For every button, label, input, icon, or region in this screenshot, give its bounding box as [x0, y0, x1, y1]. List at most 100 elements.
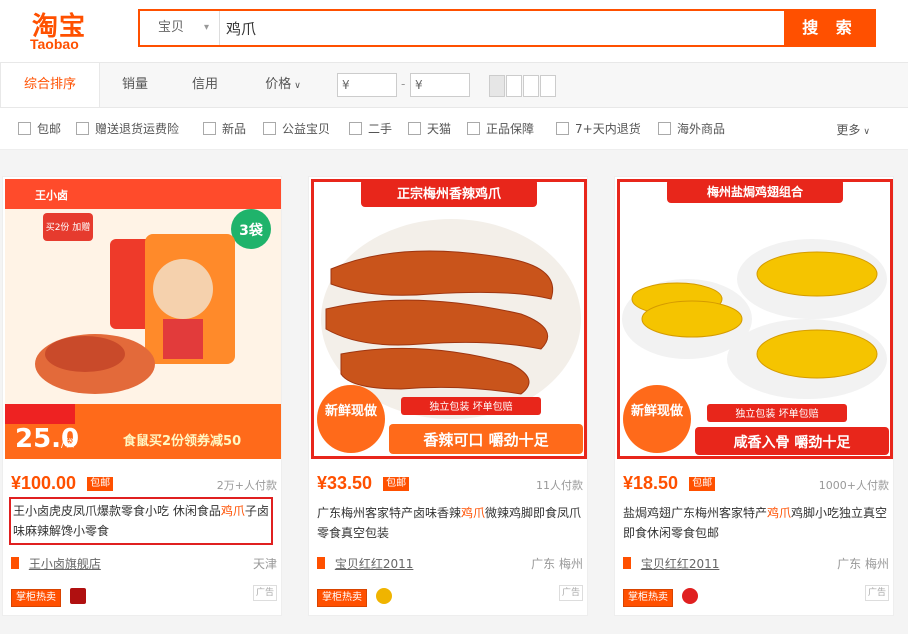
filter-return-insurance[interactable]: 赠送退货运费险	[76, 121, 179, 137]
img-price-unit: /袋	[61, 437, 74, 450]
view-option-icon[interactable]	[540, 75, 556, 97]
ad-label: 广告	[559, 585, 583, 601]
shop-icon	[623, 557, 631, 569]
filter-tmall[interactable]: 天猫	[408, 121, 451, 137]
checkbox[interactable]	[658, 122, 671, 135]
img-promo: 买2份 加赠	[46, 221, 91, 233]
filter-label: 新品	[222, 122, 247, 136]
grid-view-icon[interactable]	[489, 75, 505, 97]
logo-en: Taobao	[30, 36, 79, 52]
product-title[interactable]: 广东梅州客家特产卤味香辣鸡爪微辣鸡脚即食凤爪零食真空包装	[317, 503, 583, 543]
shop-icon	[11, 557, 19, 569]
filter-label: 二手	[368, 122, 393, 136]
checkbox[interactable]	[203, 122, 216, 135]
checkbox[interactable]	[349, 122, 362, 135]
checkbox[interactable]	[18, 122, 31, 135]
checkbox[interactable]	[556, 122, 569, 135]
filter-charity[interactable]: 公益宝贝	[263, 121, 330, 137]
shop-icon	[317, 557, 325, 569]
product-image[interactable]: 正宗梅州香辣鸡爪 新鲜现做 独立包装 坏单包赔 香辣可口 嚼劲十足	[311, 179, 587, 459]
filter-overseas[interactable]: 海外商品	[658, 121, 725, 137]
search-category-select[interactable]: 宝贝 ▾	[140, 11, 220, 45]
filter-free-shipping[interactable]: 包邮	[18, 121, 61, 137]
img-pack: 独立包装 坏单包赔	[429, 400, 512, 413]
tab-credit[interactable]: 信用	[180, 63, 230, 107]
product-price: ¥18.50	[623, 473, 679, 493]
img-pack: 独立包装 坏单包赔	[735, 407, 818, 420]
search-input[interactable]	[226, 11, 786, 45]
title-text: 盐焗鸡翅广东梅州客家特产	[623, 506, 768, 520]
chevron-down-icon: ∨	[863, 127, 870, 137]
price-min-input[interactable]: ¥	[337, 73, 397, 97]
product-price: ¥33.50	[317, 473, 373, 493]
checkbox[interactable]	[263, 122, 276, 135]
title-keyword: 鸡爪	[220, 504, 245, 518]
title-text: 广东梅州客家特产卤味香辣	[317, 506, 462, 520]
tab-comprehensive[interactable]: 综合排序	[0, 63, 100, 107]
shop-name-link[interactable]: 宝贝红红2011	[641, 557, 720, 571]
product-card[interactable]: 王小卤 买2份 加赠 3袋 25.0 /袋 食鼠买2份领券减50 ¥100.00…	[2, 176, 282, 616]
shop-name-link[interactable]: 宝贝红红2011	[335, 557, 414, 571]
free-shipping-tag: 包邮	[87, 477, 114, 491]
tab-price[interactable]: 价格 ∨	[258, 63, 308, 107]
chevron-down-icon: ▾	[203, 22, 209, 33]
paid-count: 1000+人付款	[818, 479, 889, 492]
img-banner: 梅州盐焗鸡翅组合	[707, 184, 804, 199]
filter-secondhand[interactable]: 二手	[349, 121, 392, 137]
checkbox[interactable]	[408, 122, 421, 135]
price-row: ¥33.50 包邮 11人付款	[317, 473, 583, 495]
price-range-separator: -	[401, 77, 406, 91]
free-shipping-tag: 包邮	[689, 477, 716, 491]
ad-label: 广告	[865, 585, 889, 601]
seller-hot-tag: 掌柜热卖	[623, 589, 673, 607]
filter-label: 正品保障	[486, 122, 535, 136]
tab-price-label: 价格	[265, 77, 292, 92]
img-banner: 正宗梅州香辣鸡爪	[397, 186, 502, 202]
shop-location: 广东 梅州	[837, 557, 889, 571]
filter-label: 包邮	[37, 122, 62, 136]
filter-new[interactable]: 新品	[203, 121, 246, 137]
crown-icon	[376, 588, 393, 604]
checkbox[interactable]	[467, 122, 480, 135]
badge-row: 掌柜热卖 广告	[11, 585, 277, 607]
product-image[interactable]: 梅州盐焗鸡翅组合 新鲜现做 独立包装 坏单包赔 咸香入骨 嚼劲十足	[617, 179, 893, 459]
filter-genuine[interactable]: 正品保障	[467, 121, 534, 137]
price-max-input[interactable]: ¥	[410, 73, 470, 97]
filter-label: 7+天内退货	[575, 122, 641, 136]
filter-label: 海外商品	[677, 122, 726, 136]
view-option-icon[interactable]	[523, 75, 539, 97]
paid-count: 2万+人付款	[216, 479, 277, 492]
shop-location: 广东 梅州	[531, 557, 583, 571]
search-button[interactable]: 搜 索	[784, 9, 876, 47]
product-price: ¥100.00	[11, 473, 77, 493]
product-title[interactable]: 盐焗鸡翅广东梅州客家特产鸡爪鸡脚小吃独立真空即食休闲零食包邮	[623, 503, 889, 543]
img-slogan: 香辣可口 嚼劲十足	[423, 431, 549, 449]
checkbox[interactable]	[76, 122, 89, 135]
more-filters-button[interactable]: 更多 ∨	[836, 121, 870, 138]
filter-7day-return[interactable]: 7+天内退货	[556, 121, 641, 137]
top-bar: 淘宝 Taobao 宝贝 ▾ 搜 索	[0, 0, 908, 62]
product-card[interactable]: 梅州盐焗鸡翅组合 新鲜现做 独立包装 坏单包赔 咸香入骨 嚼劲十足 ¥18.50…	[614, 176, 894, 616]
badge-row: 掌柜热卖 广告	[317, 585, 583, 607]
img-slogan: 咸香入骨 嚼劲十足	[734, 434, 852, 451]
filter-label: 公益宝贝	[282, 122, 331, 136]
tab-sales[interactable]: 销量	[110, 63, 160, 107]
seller-hot-tag: 掌柜热卖	[11, 589, 61, 607]
list-view-icon[interactable]	[506, 75, 522, 97]
product-card[interactable]: 正宗梅州香辣鸡爪 新鲜现做 独立包装 坏单包赔 香辣可口 嚼劲十足 ¥33.50…	[308, 176, 588, 616]
search-bar: 宝贝 ▾ 搜 索	[138, 9, 876, 47]
shop-location: 天津	[252, 557, 277, 571]
shop-row: 王小卤旗舰店 天津	[11, 555, 277, 571]
product-image[interactable]: 王小卤 买2份 加赠 3袋 25.0 /袋 食鼠买2份领券减50	[5, 179, 281, 459]
price-row: ¥18.50 包邮 1000+人付款	[623, 473, 889, 495]
product-title[interactable]: 王小卤虎皮凤爪爆款零食小吃 休闲食品鸡爪子卤味麻辣解馋小零食	[9, 497, 273, 545]
view-toggle[interactable]	[489, 75, 557, 97]
shop-name-link[interactable]: 王小卤旗舰店	[29, 557, 101, 571]
img-coupon: 食鼠买2份领券减50	[123, 433, 241, 449]
taobao-logo[interactable]: 淘宝 Taobao	[14, 6, 104, 54]
img-brand: 王小卤	[35, 188, 68, 202]
sort-bar: 综合排序 销量 信用 价格 ∨ ¥ - ¥	[0, 62, 908, 108]
title-keyword: 鸡爪	[767, 506, 792, 520]
filter-label: 赠送退货运费险	[95, 122, 180, 136]
shop-row: 宝贝红红2011 广东 梅州	[317, 555, 583, 571]
